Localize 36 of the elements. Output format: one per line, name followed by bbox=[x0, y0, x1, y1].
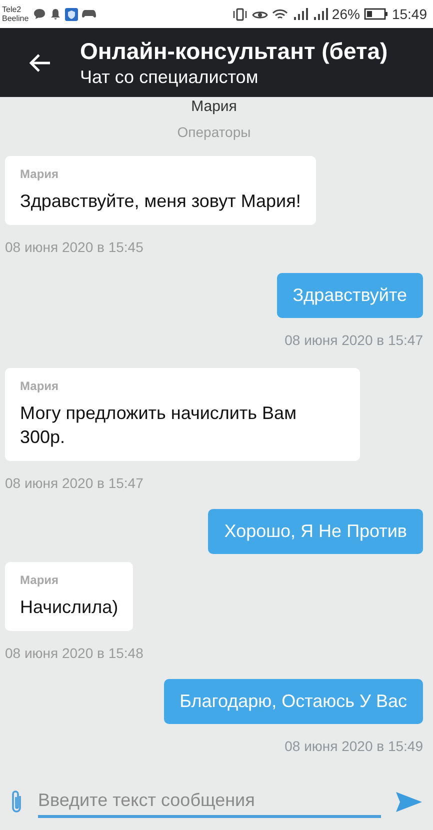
message-time: 08 июня 2020 в 15:49 bbox=[284, 738, 423, 754]
back-arrow-icon bbox=[29, 52, 51, 72]
bell-icon bbox=[50, 8, 61, 20]
sender-name: Мария bbox=[20, 573, 60, 587]
operator-role: Операторы bbox=[177, 124, 251, 140]
signal-icon bbox=[312, 8, 328, 20]
message-text: Начислила) bbox=[20, 596, 118, 619]
carrier-names: Tele2 Beeline bbox=[2, 5, 29, 23]
sender-name: Мария bbox=[20, 379, 60, 393]
wifi-icon bbox=[272, 8, 288, 20]
attach-button[interactable] bbox=[10, 789, 24, 815]
message-text: Могу предложить начислить Вам 300р. bbox=[20, 402, 298, 449]
send-icon bbox=[395, 791, 423, 813]
message-bubble: Хорошо, Я Не Против bbox=[208, 509, 423, 554]
message-time: 08 июня 2020 в 15:48 bbox=[5, 645, 144, 661]
send-button[interactable] bbox=[395, 791, 423, 813]
paperclip-icon bbox=[10, 789, 24, 815]
battery-icon bbox=[364, 8, 388, 20]
operator-name: Мария bbox=[191, 98, 237, 115]
header-subtitle: Чат со специалистом bbox=[80, 66, 260, 88]
gamepad-icon bbox=[82, 9, 96, 19]
vibrate-icon bbox=[232, 8, 248, 20]
message-time: 08 июня 2020 в 15:47 bbox=[5, 475, 144, 491]
signal-icon bbox=[292, 8, 308, 20]
clock: 15:49 bbox=[392, 6, 427, 22]
battery-percent: 26% bbox=[332, 6, 360, 22]
message-input[interactable]: Введите текст сообщения bbox=[38, 786, 381, 818]
header-title: Онлайн-консультант (бета) bbox=[80, 38, 388, 64]
message-bubble: Благодарю, Остаюсь У Вас bbox=[164, 679, 423, 724]
message-bubble: Здравствуйте bbox=[276, 273, 423, 318]
message-time: 08 июня 2020 в 15:47 bbox=[284, 332, 423, 348]
chat-icon bbox=[32, 8, 46, 20]
message-time: 08 июня 2020 в 15:45 bbox=[5, 239, 144, 255]
shield-icon bbox=[64, 8, 78, 20]
message-text: Здравствуйте, меня зовут Мария! bbox=[20, 190, 301, 213]
sender-name: Мария bbox=[20, 167, 60, 181]
